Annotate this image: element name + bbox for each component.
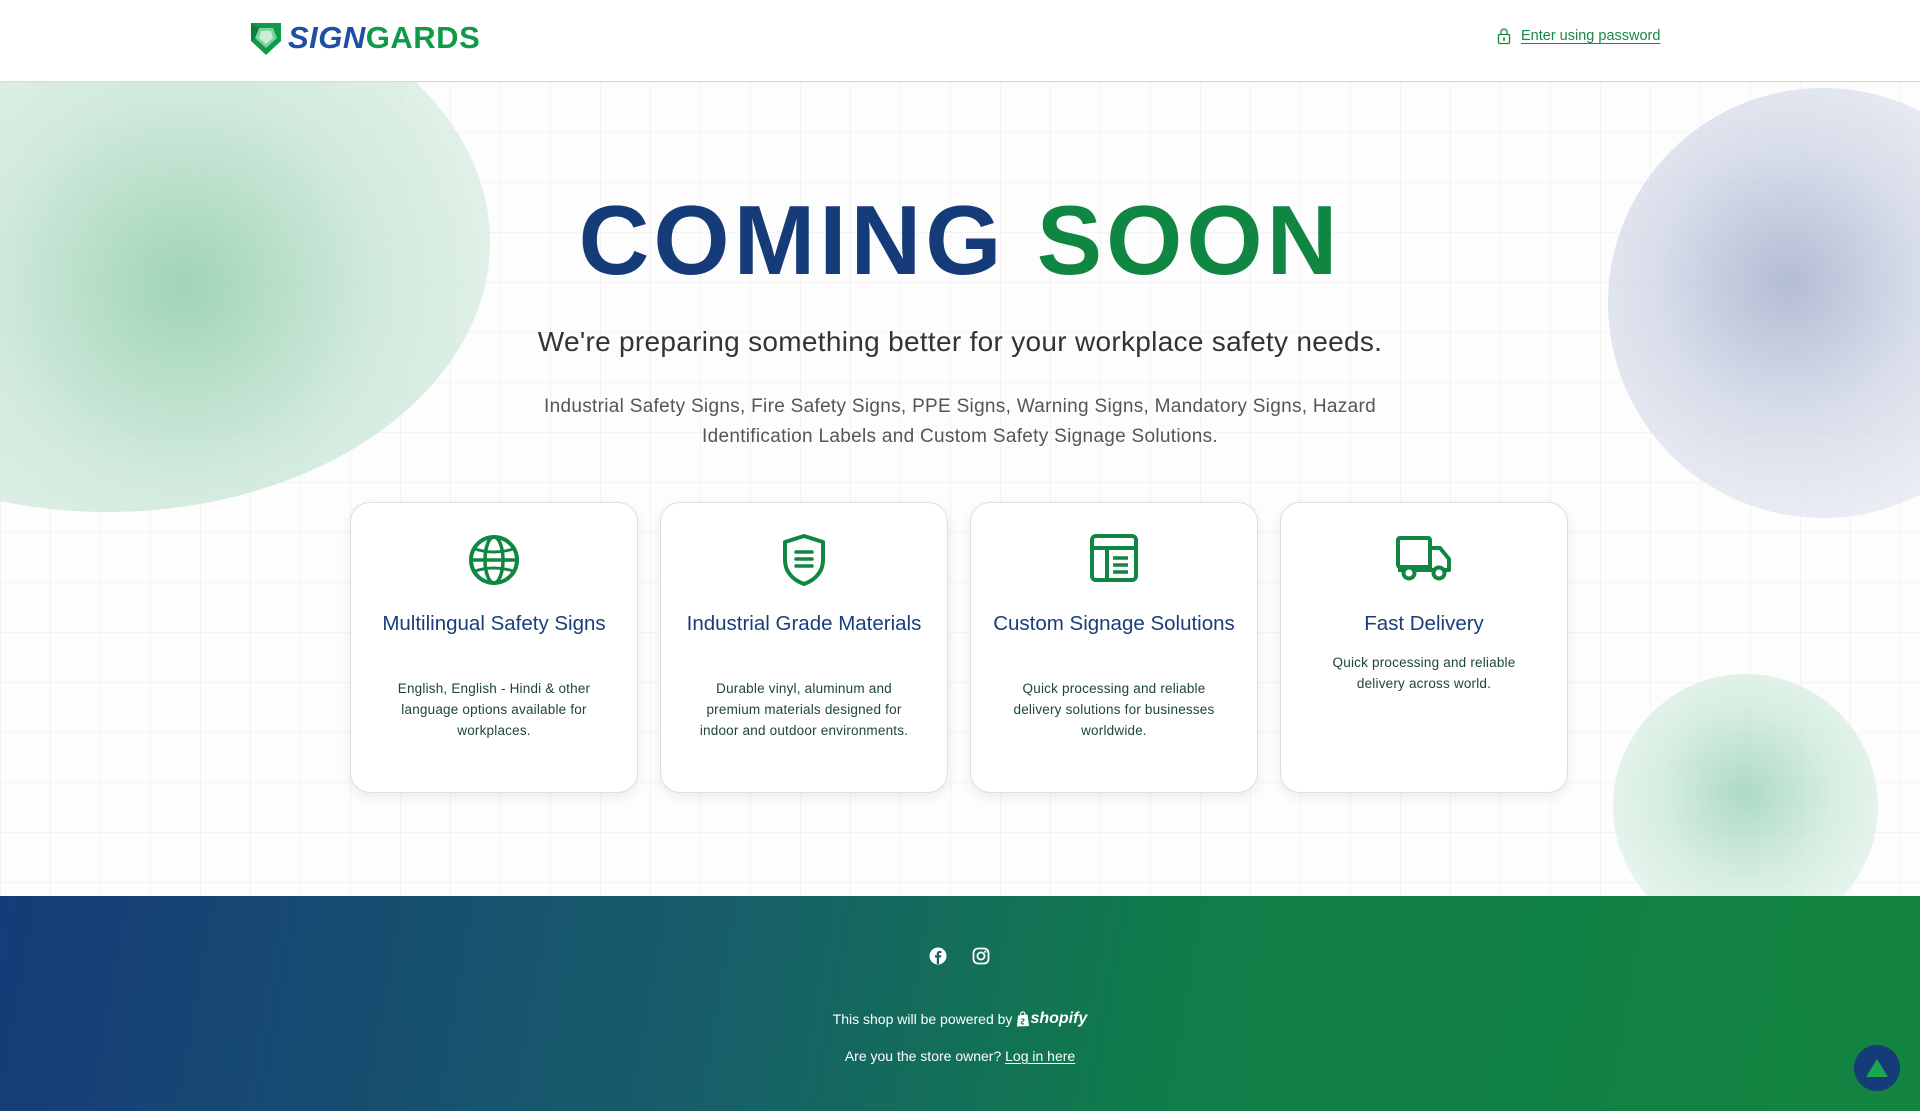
decor-blob-green-small	[1613, 674, 1878, 896]
feature-title: Industrial Grade Materials	[686, 612, 922, 635]
feature-text: Quick processing and reliable delivery s…	[1013, 681, 1215, 738]
hero-subtitle: We're preparing something better for you…	[537, 326, 1383, 357]
feature-title: Fast Delivery	[1364, 612, 1484, 635]
feature-card-delivery: Fast Delivery Quick processing and relia…	[1280, 502, 1568, 793]
shopify-wordmark: shopify	[1030, 1010, 1088, 1027]
main-content: COMING SOON We're preparing something be…	[0, 82, 1920, 896]
logo-text-sign: SIGN	[288, 20, 366, 55]
decor-blob-green	[0, 82, 490, 512]
feature-text: English, English - Hindi & other languag…	[397, 681, 591, 738]
title-word-coming: COMING	[578, 185, 1006, 295]
instagram-link[interactable]	[972, 947, 990, 965]
shield-icon	[783, 534, 825, 586]
enter-password-link[interactable]: Enter using password	[1497, 27, 1660, 45]
shopify-link[interactable]: shopify	[1016, 1010, 1087, 1028]
enter-password-label: Enter using password	[1521, 28, 1661, 44]
powered-by-text: This shop will be powered by shopify	[0, 1010, 1920, 1028]
facebook-icon	[929, 947, 947, 965]
page-title: COMING SOON	[0, 184, 1920, 296]
lock-icon	[1497, 28, 1511, 45]
instagram-icon	[972, 947, 990, 965]
hero-description: Industrial Safety Signs, Fire Safety Sig…	[544, 396, 1376, 447]
login-link[interactable]: Log in here	[1005, 1048, 1075, 1064]
feature-title: Custom Signage Solutions	[993, 612, 1235, 635]
feature-text: Durable vinyl, aluminum and premium mate…	[699, 681, 909, 738]
globe-icon	[469, 535, 519, 585]
triangle-up-icon	[1866, 1059, 1888, 1077]
powered-by-label: This shop will be powered by	[832, 1011, 1013, 1027]
logo-shield-icon	[251, 23, 281, 55]
site-header: SIGNGARDS Enter using password	[0, 0, 1920, 82]
title-word-soon: SOON	[1036, 185, 1342, 295]
brand-logo[interactable]: SIGNGARDS	[247, 19, 480, 57]
feature-card-multilingual: Multilingual Safety Signs English, Engli…	[350, 502, 638, 793]
feature-text: Quick processing and reliable delivery a…	[1332, 655, 1516, 691]
shopify-bag-icon	[1017, 1011, 1030, 1027]
feature-card-materials: Industrial Grade Materials Durable vinyl…	[660, 502, 948, 793]
owner-question: Are you the store owner?	[844, 1048, 1002, 1064]
scroll-to-top-button[interactable]	[1854, 1045, 1900, 1091]
truck-icon	[1396, 536, 1451, 581]
logo-text-gards: GARDS	[365, 20, 481, 55]
feature-card-custom: Custom Signage Solutions Quick processin…	[970, 502, 1258, 793]
feature-title: Multilingual Safety Signs	[382, 612, 606, 635]
facebook-link[interactable]	[929, 947, 947, 965]
site-footer: This shop will be powered by shopify Are…	[0, 896, 1920, 1111]
decor-blob-blue	[1608, 88, 1920, 518]
layout-icon	[1090, 534, 1138, 582]
store-owner-line: Are you the store owner? Log in here	[0, 1048, 1920, 1064]
feature-cards: Multilingual Safety Signs English, Engli…	[350, 502, 1568, 793]
